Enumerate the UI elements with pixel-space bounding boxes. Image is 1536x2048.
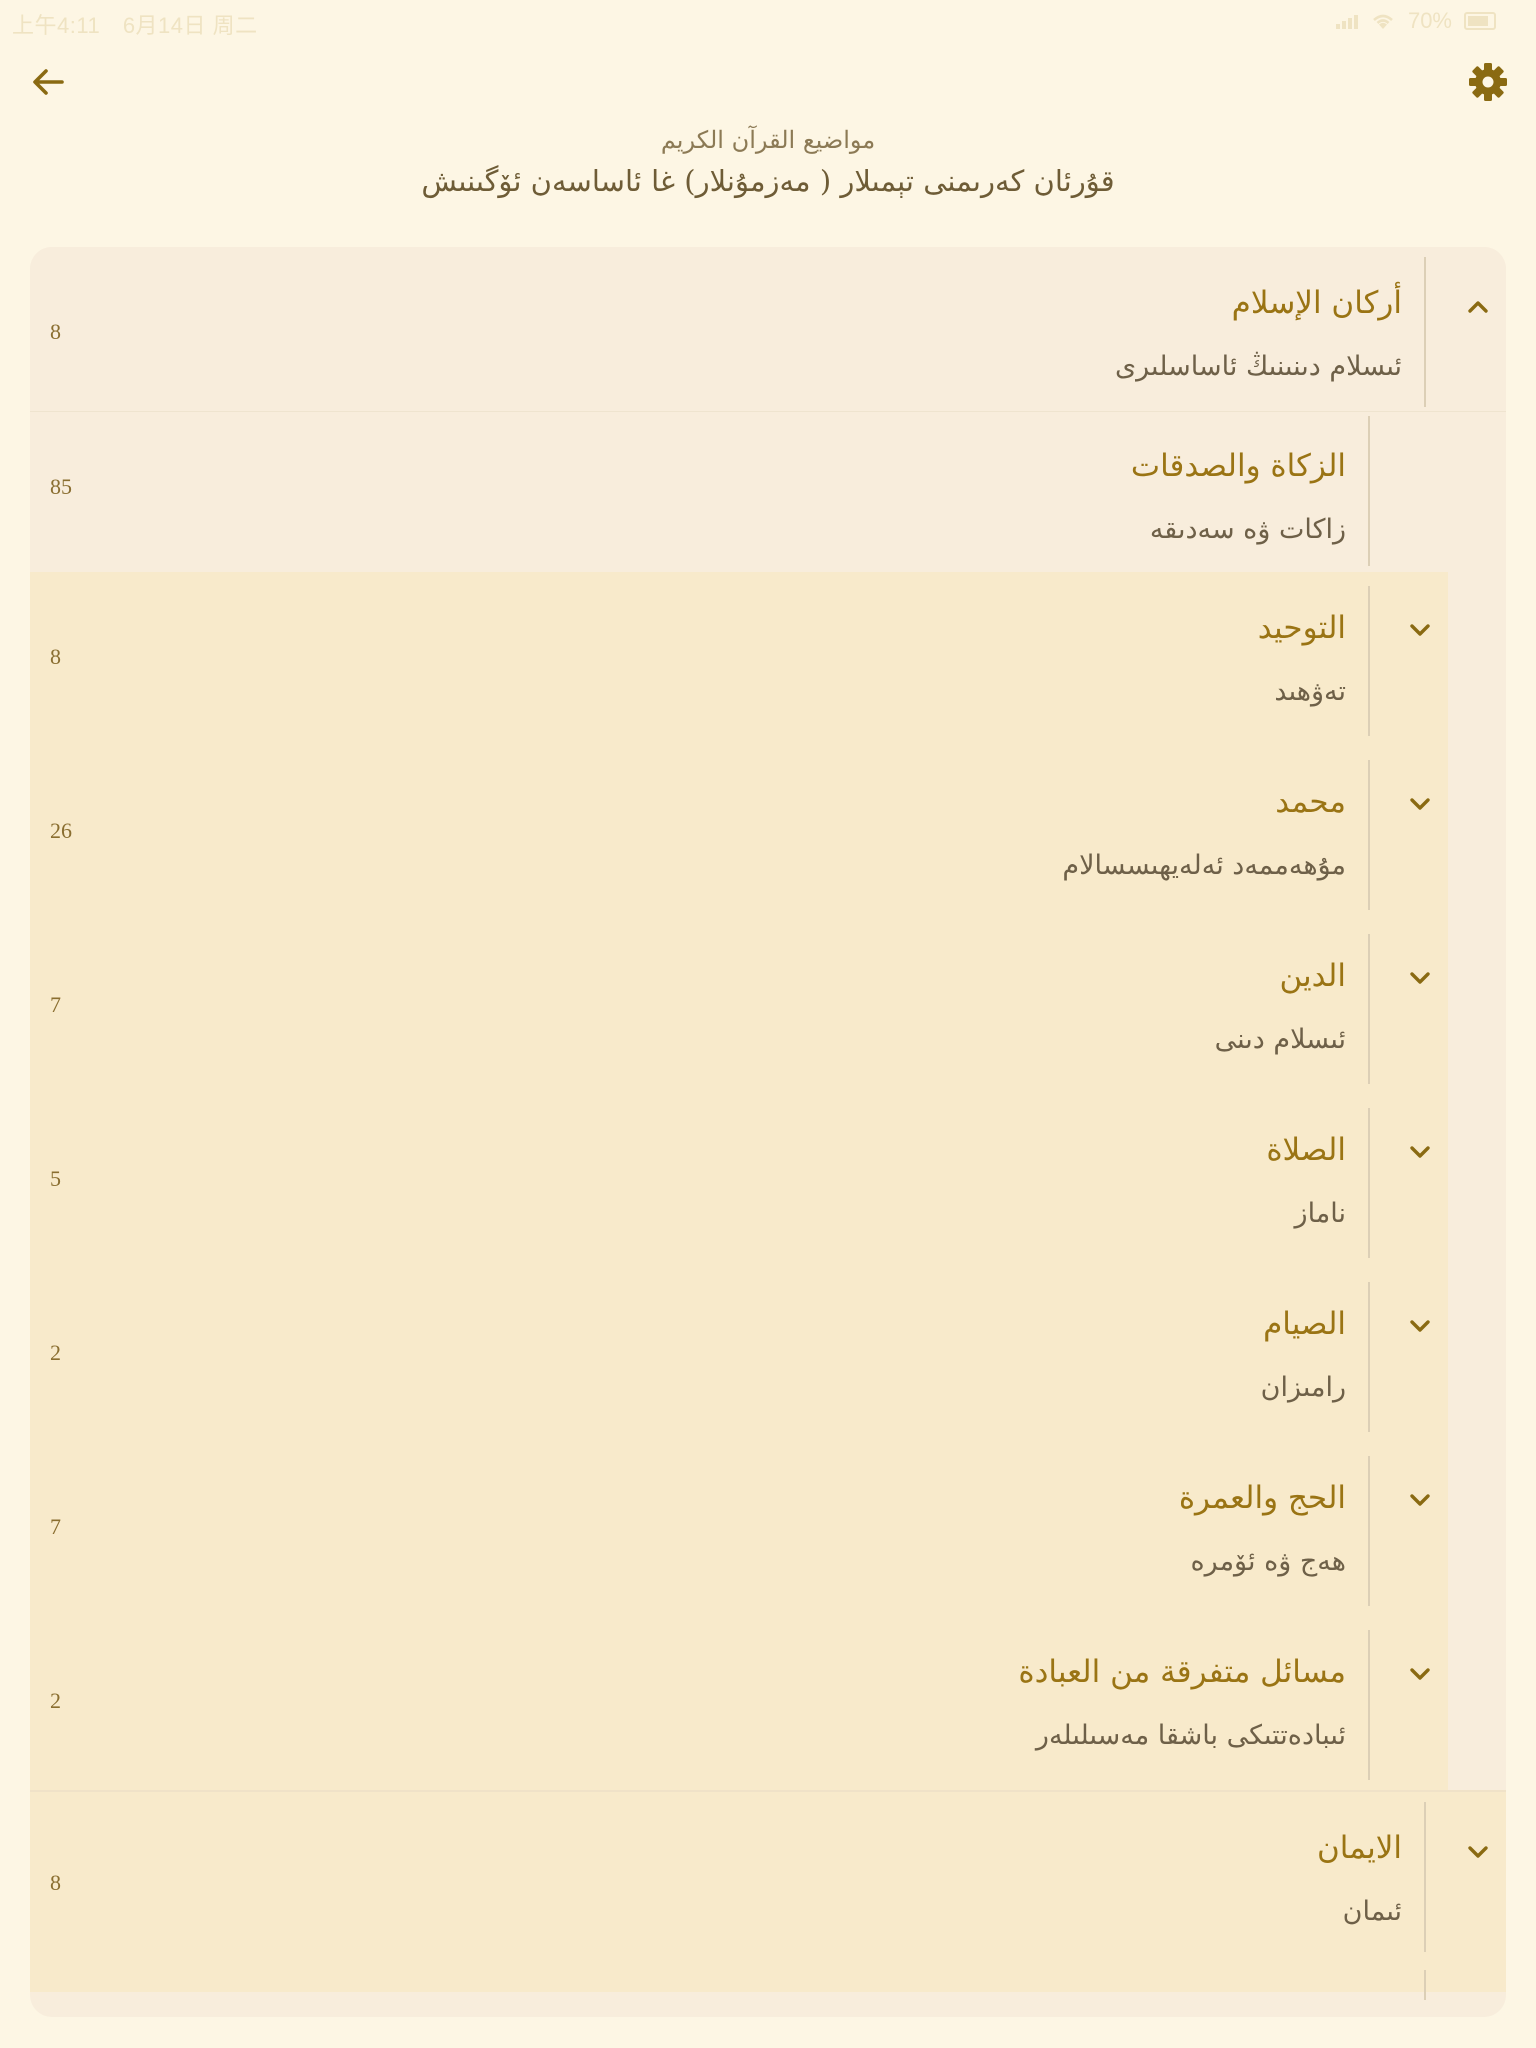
topic-title-arabic: مسائل متفرقة من العبادة (1018, 1654, 1346, 1690)
subtopic-row[interactable]: 26 محمد مۇھەممەد ئەلەيھىسسالام (30, 746, 1448, 920)
topic-title-arabic: الزكاة والصدقات (1130, 448, 1346, 484)
topic-title-uyghur: ھەج ۋە ئۆمرە (1190, 1546, 1346, 1577)
expand-button[interactable] (1400, 1654, 1440, 1694)
topic-row-zakat[interactable]: 85 الزكاة والصدقات زاكات ۋە سەدىقە (30, 412, 1448, 572)
topic-texts: الصلاة ناماز (1266, 1132, 1346, 1229)
topic-count: 7 (50, 992, 61, 1017)
topic-title-uyghur: ناماز (1294, 1198, 1346, 1229)
expand-button[interactable] (1400, 610, 1440, 650)
status-time: 上午4:11 (12, 13, 101, 38)
gear-icon (1469, 63, 1507, 101)
status-bar: 上午4:11 6月14日 周二 70% (0, 0, 1536, 40)
subtopic-row[interactable]: 8 التوحيد تەۋھىد (30, 572, 1448, 746)
page-title: قۇرئان كەرىمنى تېمىلار ( مەزمۇنلار) غا ئ… (421, 164, 1115, 198)
collapse-button[interactable] (1458, 287, 1498, 327)
topic-title-arabic: محمد (1275, 784, 1346, 820)
battery-icon (1464, 12, 1496, 30)
settings-button[interactable] (1464, 58, 1512, 106)
topic-title-uyghur: مۇھەممەد ئەلەيھىسسالام (1062, 850, 1346, 881)
topic-title-arabic: الايمان (1316, 1830, 1402, 1866)
topic-count: 8 (50, 644, 61, 669)
topic-title-uyghur: ئىمان (1342, 1896, 1402, 1927)
topic-count: 85 (50, 474, 72, 499)
topic-title-arabic: الدين (1279, 958, 1346, 994)
cellular-signal-icon (1335, 13, 1358, 29)
topic-texts: الدين ئىسلام دىنى (1215, 958, 1346, 1055)
topic-texts: الايمان ئىمان (1317, 1830, 1402, 1927)
topic-title-arabic: الحج والعمرة (1178, 1480, 1346, 1516)
expand-button[interactable] (1400, 1480, 1440, 1520)
topic-title-arabic: أركان الإسلام (1231, 285, 1402, 321)
subtopic-list: 8 التوحيد تەۋھىد 26 محمد مۇھەممەد ئەلەيھىسسال… (30, 572, 1506, 1790)
topic-row-iman[interactable]: 8 الايمان ئىمان (30, 1790, 1506, 2000)
topic-title-arabic: الصيام (1263, 1306, 1346, 1342)
topics-list[interactable]: 8 أركان الإسلام ئىسلام دىنىنىڭ ئاساسلىرى… (30, 247, 1506, 2017)
expand-button[interactable] (1400, 1306, 1440, 1346)
divider (1368, 1282, 1370, 1432)
expand-button[interactable] (1400, 958, 1440, 998)
arrow-left-icon (33, 69, 64, 95)
topic-title-uyghur: ئىسلام دىنىنىڭ ئاساسلىرى (1115, 351, 1402, 382)
topic-title-uyghur: رامىزان (1260, 1372, 1346, 1403)
topic-count: 2 (50, 1340, 61, 1365)
divider (1368, 1456, 1370, 1606)
chevron-down-icon (1410, 972, 1430, 984)
topic-count: 26 (50, 818, 72, 843)
topic-count: 2 (50, 1688, 61, 1713)
status-right: 70% (1335, 8, 1496, 34)
topic-title-uyghur: زاكات ۋە سەدىقە (1149, 514, 1346, 545)
topic-texts: الحج والعمرة ھەج ۋە ئۆمرە (1179, 1480, 1346, 1577)
topic-count: 8 (50, 1870, 61, 1895)
chevron-down-icon (1410, 1320, 1430, 1332)
topic-count: 8 (50, 319, 61, 344)
chevron-up-icon (1468, 301, 1488, 313)
divider (1368, 760, 1370, 910)
subtopic-row[interactable]: 2 مسائل متفرقة من العبادة ئىبادەتتىكى باشق… (30, 1616, 1448, 1790)
chevron-down-icon (1410, 624, 1430, 636)
subtopic-row[interactable]: 7 الدين ئىسلام دىنى (30, 920, 1448, 1094)
subtopic-row[interactable]: 5 الصلاة ناماز (30, 1094, 1448, 1268)
subtopic-row[interactable]: 2 الصيام رامىزان (30, 1268, 1448, 1442)
topic-texts: أركان الإسلام ئىسلام دىنىنىڭ ئاساسلىرى (1115, 285, 1402, 382)
divider (1368, 416, 1370, 566)
expand-button[interactable] (1400, 784, 1440, 824)
topic-title-uyghur: ئىبادەتتىكى باشقا مەسىلىلەر (1035, 1720, 1346, 1751)
topic-texts: الصيام رامىزان (1261, 1306, 1346, 1403)
topic-row-arkan-al-islam[interactable]: 8 أركان الإسلام ئىسلام دىنىنىڭ ئاساسلىرى (30, 247, 1506, 412)
topic-title-arabic: الصلاة (1266, 1132, 1346, 1168)
page-header: مواضيع القرآن الكريم قۇرئان كەرىمنى تېمى… (0, 126, 1536, 198)
divider (1424, 1802, 1426, 1952)
wifi-icon (1373, 14, 1393, 29)
chevron-down-icon (1468, 1846, 1488, 1858)
chevron-down-icon (1410, 1494, 1430, 1506)
top-bar (0, 40, 1536, 120)
topic-count: 5 (50, 1166, 61, 1191)
subtopic-row[interactable]: 7 الحج والعمرة ھەج ۋە ئۆمرە (30, 1442, 1448, 1616)
topic-texts: الزكاة والصدقات زاكات ۋە سەدىقە (1131, 448, 1346, 545)
page-subtitle-arabic: مواضيع القرآن الكريم (660, 126, 876, 154)
topic-count: 7 (50, 1514, 61, 1539)
divider (1424, 257, 1426, 407)
topic-title-uyghur: ئىسلام دىنى (1214, 1024, 1346, 1055)
topic-texts: مسائل متفرقة من العبادة ئىبادەتتىكى باشقا… (1018, 1654, 1346, 1751)
status-left: 上午4:11 6月14日 周二 (12, 8, 274, 40)
topic-texts: التوحيد تەۋھىد (1258, 610, 1346, 707)
back-button[interactable] (24, 58, 72, 106)
expand-button[interactable] (1400, 1132, 1440, 1172)
divider (1424, 1970, 1426, 2000)
expand-button[interactable] (1458, 1832, 1498, 1872)
chevron-down-icon (1410, 1146, 1430, 1158)
topic-texts: محمد مۇھەممەد ئەلەيھىسسالام (1062, 784, 1346, 881)
topic-title-arabic: التوحيد (1257, 610, 1346, 646)
status-date: 6月14日 周二 (122, 13, 258, 38)
divider (1368, 1630, 1370, 1780)
topic-title-uyghur: تەۋھىد (1274, 676, 1346, 707)
divider (1368, 934, 1370, 1084)
chevron-down-icon (1410, 1668, 1430, 1680)
chevron-down-icon (1410, 798, 1430, 810)
divider (1368, 586, 1370, 736)
battery-percentage: 70% (1407, 8, 1452, 33)
divider (1368, 1108, 1370, 1258)
